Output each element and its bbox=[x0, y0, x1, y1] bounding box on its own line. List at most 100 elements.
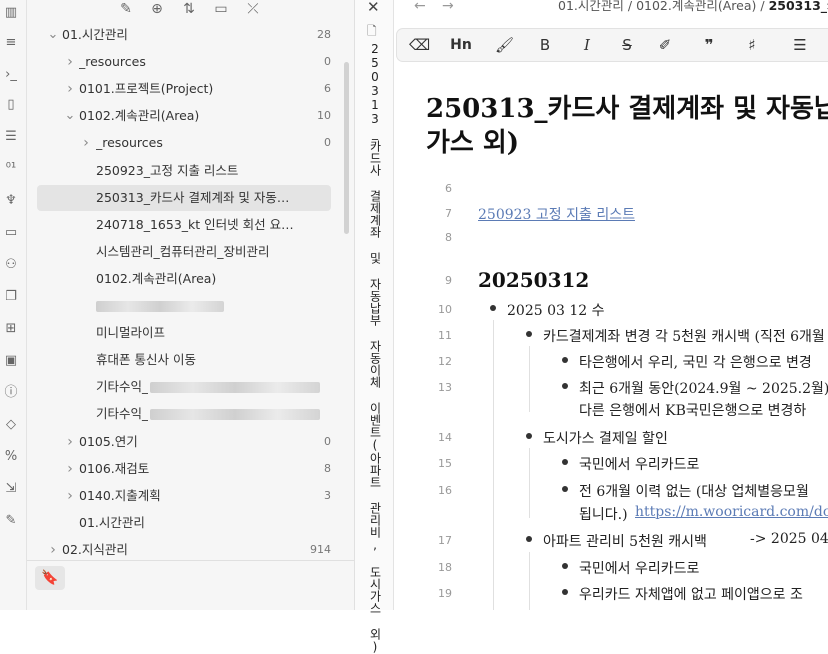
grid-icon[interactable]: ⊞ bbox=[2, 320, 20, 338]
bullet bbox=[526, 536, 532, 542]
breadcrumb-item[interactable]: 01.시간관리 bbox=[558, 0, 624, 13]
folder-item[interactable]: › _resources 0 bbox=[37, 130, 331, 156]
list-item[interactable]: 아파트 관리비 5천원 캐시백 bbox=[543, 531, 707, 551]
chevron-right-icon[interactable]: › bbox=[80, 130, 92, 156]
chevron-right-icon[interactable]: › bbox=[64, 456, 76, 482]
breadcrumb-current[interactable]: 250313_카... bbox=[769, 0, 828, 13]
highlight-icon[interactable]: ✐ bbox=[655, 35, 675, 55]
list-item[interactable]: 전 6개월 이력 없는 (대상 업체별응모월 bbox=[579, 481, 809, 501]
note-content[interactable]: 250313_카드사 결제계좌 및 자동납부 자동이체 이벤트(아파트 관리비,… bbox=[394, 62, 828, 610]
copy-icon[interactable]: ❐ bbox=[2, 288, 20, 306]
list-item[interactable]: 카드결제계좌 변경 각 5천원 캐시백 (직전 6개월 bbox=[543, 326, 825, 346]
tree-item-label: _resources bbox=[79, 54, 146, 70]
chevron-right-icon[interactable]: › bbox=[64, 49, 76, 75]
new-note-icon[interactable]: ✎ bbox=[116, 0, 136, 18]
folder-item[interactable]: ⌄ 01.시간관리 28 bbox=[37, 22, 331, 48]
image-icon[interactable]: ▣ bbox=[2, 352, 20, 370]
external-link[interactable]: https://m.wooricard.com/dcmob bbox=[635, 504, 828, 520]
stacked-tab[interactable]: ✕ 🗋 250313_카드사 결제계좌 및 자동납부 자동이체 이벤트(아파트 … bbox=[355, 0, 394, 654]
bold-button[interactable]: B bbox=[537, 35, 553, 55]
list-item[interactable]: 국민에서 우리카드로 bbox=[579, 454, 699, 474]
auto-reveal-icon[interactable]: ▭ bbox=[211, 0, 231, 18]
bookmark-icon[interactable]: 🔖 bbox=[35, 566, 65, 590]
file-item[interactable]: 240718_1653_kt 인터넷 회선 요금할인... bbox=[37, 212, 331, 238]
folder-item[interactable]: › 0101.프로젝트(Project) 6 bbox=[37, 76, 331, 102]
chevron-right-icon[interactable]: › bbox=[64, 483, 76, 509]
folder-item[interactable]: › 0140.지출계획 3 bbox=[37, 483, 331, 509]
file-item[interactable]: 250313_카드사 결제계좌 및 자동납부 자... bbox=[37, 184, 331, 211]
file-count: 10 bbox=[317, 109, 331, 123]
tree-item-label: 01.시간관리 bbox=[79, 514, 145, 530]
list-item[interactable]: 도시가스 결제일 할인 bbox=[543, 428, 668, 448]
format-more-icon[interactable]: ♯ bbox=[741, 35, 763, 55]
file-item[interactable]: 기타수익_ bbox=[37, 374, 331, 400]
folder-item[interactable]: › 0106.재검토 8 bbox=[37, 456, 331, 482]
folder-item[interactable]: › 02.지식관리 914 bbox=[37, 537, 331, 560]
quote-icon[interactable]: ❞ bbox=[699, 35, 719, 55]
info-icon[interactable]: ⓘ bbox=[2, 384, 20, 402]
forward-arrow-icon[interactable]: → bbox=[442, 0, 454, 13]
import-icon[interactable]: ⇲ bbox=[2, 480, 20, 498]
file-item[interactable] bbox=[37, 293, 331, 319]
list-item-note[interactable]: -> 2025 04 bbox=[750, 531, 828, 547]
back-arrow-icon[interactable]: ← bbox=[414, 0, 426, 13]
folder-item[interactable]: › 0105.연기 0 bbox=[37, 429, 331, 455]
list-button[interactable]: ☰ bbox=[787, 35, 813, 55]
sidebar-toggle-icon[interactable]: ▥ bbox=[2, 4, 20, 22]
heading-button[interactable]: Hn bbox=[447, 35, 475, 55]
collapse-all-icon[interactable]: ⤫ bbox=[243, 0, 263, 18]
document-icon[interactable]: ▯ bbox=[2, 96, 20, 114]
folder-item[interactable]: ⌄ 0102.계속관리(Area) 10 bbox=[37, 103, 331, 129]
list-item[interactable]: 우리카드 자체앱에 없고 페이앱으로 조 bbox=[579, 584, 803, 604]
brush-icon[interactable]: 🖌 bbox=[495, 35, 514, 55]
binary-icon[interactable]: ⁰¹ bbox=[2, 160, 20, 178]
line-number: 14 bbox=[438, 431, 452, 444]
layout-icon[interactable]: ▭ bbox=[2, 224, 20, 242]
file-item[interactable]: 01.시간관리 bbox=[37, 510, 331, 536]
microphone-icon[interactable]: ♆ bbox=[2, 192, 20, 210]
file-item[interactable]: 시스템관리_컴퓨터관리_장비관리 bbox=[37, 239, 331, 265]
file-item[interactable]: 0102.계속관리(Area) bbox=[37, 266, 331, 292]
list-item[interactable]: 타은행에서 우리, 국민 각 은행으로 변경 bbox=[579, 352, 812, 372]
insert-list-icon[interactable]: ≡ bbox=[2, 34, 20, 52]
list-item[interactable]: 2025 03 12 수 bbox=[507, 300, 605, 320]
line-number: 16 bbox=[438, 484, 452, 497]
chevron-right-icon[interactable]: › bbox=[64, 76, 76, 102]
terminal-icon[interactable]: ›_ bbox=[2, 66, 20, 84]
folder-item[interactable]: › _resources 0 bbox=[37, 49, 331, 75]
close-tab-icon[interactable]: ✕ bbox=[367, 0, 380, 16]
chevron-right-icon[interactable]: › bbox=[47, 537, 59, 560]
line-number: 13 bbox=[438, 381, 452, 394]
file-count: 0 bbox=[324, 136, 331, 150]
tree-item-label: 기타수익_ bbox=[96, 406, 149, 422]
file-item[interactable]: 휴대폰 통신사 이동 bbox=[37, 347, 331, 373]
heading-date[interactable]: 20250312 bbox=[478, 268, 589, 292]
file-item[interactable]: 250923_고정 지출 리스트 bbox=[37, 158, 331, 184]
file-item[interactable]: 기타수익_ bbox=[37, 401, 331, 427]
list-item[interactable]: 국민에서 우리카드로 bbox=[579, 558, 699, 578]
graph-icon[interactable]: ⚇ bbox=[2, 256, 20, 274]
explorer-scrollbar[interactable] bbox=[344, 62, 349, 234]
chevron-down-icon[interactable]: ⌄ bbox=[64, 103, 76, 129]
eraser-icon[interactable]: ⌫ bbox=[409, 35, 430, 55]
chevron-down-icon[interactable]: ⌄ bbox=[47, 22, 59, 48]
breadcrumb-item[interactable]: 0102.계속관리(Area) bbox=[636, 0, 756, 13]
sort-icon[interactable]: ⇅ bbox=[179, 0, 199, 18]
strikethrough-button[interactable]: S bbox=[619, 35, 635, 55]
italic-button[interactable]: I bbox=[579, 35, 595, 55]
new-folder-icon[interactable]: ⊕ bbox=[147, 0, 167, 18]
list-icon[interactable]: ☰ bbox=[2, 128, 20, 146]
tab-title[interactable]: 250313_카드사 결제계좌 및 자동납부 자동이체 이벤트(아파트 관리비,… bbox=[366, 42, 382, 654]
tree-item-label: 0101.프로젝트(Project) bbox=[79, 81, 214, 97]
chevron-right-icon[interactable]: › bbox=[64, 429, 76, 455]
internal-link[interactable]: 250923 고정 지출 리스트 bbox=[478, 204, 635, 224]
list-item-continuation[interactable]: 됩니다.) bbox=[579, 504, 628, 524]
list-item-continuation[interactable]: 다른 은행에서 KB국민은행으로 변경하 bbox=[579, 400, 806, 420]
list-item[interactable]: 최근 6개월 동안(2024.9월 ~ 2025.2월) bbox=[579, 378, 828, 398]
redacted-text bbox=[150, 382, 320, 394]
percent-icon[interactable]: % bbox=[2, 448, 20, 466]
note-title[interactable]: 250313_카드사 결제계좌 및 자동납부 자동이체 이벤트(아파트 관리비,… bbox=[426, 92, 828, 160]
tag-icon[interactable]: ◇ bbox=[2, 416, 20, 434]
file-item[interactable]: 미니멀라이프 bbox=[37, 320, 331, 346]
tools-icon[interactable]: ✎ bbox=[2, 512, 20, 530]
